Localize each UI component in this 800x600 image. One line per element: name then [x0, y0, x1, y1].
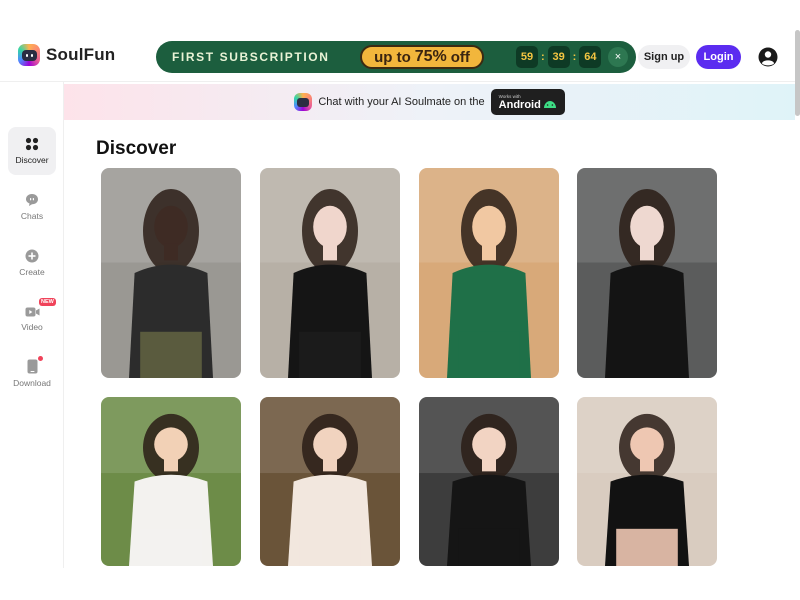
video-icon — [25, 307, 39, 317]
character-card-7[interactable] — [419, 397, 559, 566]
account-icon[interactable] — [758, 47, 778, 67]
app-download-banner[interactable]: Chat with your AI Soulmate on the Works … — [64, 84, 795, 120]
android-icon — [543, 101, 556, 108]
top-header: SoulFun FIRST SUBSCRIPTION up to 75% off… — [0, 0, 800, 82]
discount-suffix: off — [450, 48, 470, 66]
notification-dot — [38, 356, 43, 361]
portrait-illustration — [577, 168, 717, 378]
character-photo — [260, 397, 400, 566]
sidebar-item-chats[interactable]: Chats — [8, 183, 56, 231]
chat-icon — [26, 194, 38, 206]
sidebar-item-download[interactable]: Download — [8, 349, 56, 397]
portrait-illustration — [419, 397, 559, 566]
signup-button[interactable]: Sign up — [638, 45, 690, 69]
promo-title: FIRST SUBSCRIPTION — [172, 50, 330, 64]
character-photo — [101, 397, 241, 566]
sidebar-item-label: Video — [21, 322, 43, 332]
login-button[interactable]: Login — [696, 45, 741, 69]
character-photo — [577, 168, 717, 378]
character-card-8[interactable] — [577, 397, 717, 566]
portrait-illustration — [419, 168, 559, 378]
android-store-button[interactable]: Works with Android — [490, 89, 565, 115]
logo-icon — [18, 44, 40, 66]
portrait-illustration — [101, 168, 241, 378]
sidebar-item-label: Download — [13, 377, 51, 388]
portrait-illustration — [260, 168, 400, 378]
character-card-1[interactable] — [101, 168, 241, 378]
discount-prefix: up to — [374, 48, 411, 66]
sidebar-item-discover[interactable]: Discover — [8, 127, 56, 175]
character-photo — [419, 168, 559, 378]
sidebar-item-label: Chats — [20, 211, 44, 221]
discount-percent: 75% — [414, 48, 447, 65]
character-card-2[interactable] — [260, 168, 400, 378]
character-photo — [419, 397, 559, 566]
discount-pill: up to 75% off — [360, 45, 484, 69]
banner-text: Chat with your AI Soulmate on the — [318, 96, 485, 108]
promo-banner[interactable]: FIRST SUBSCRIPTION up to 75% off 59 : 39… — [156, 41, 636, 73]
brand-name: SoulFun — [46, 45, 116, 64]
character-card-5[interactable] — [101, 397, 241, 566]
sidebar-item-label: Create — [19, 267, 45, 277]
plus-circle-icon — [25, 249, 39, 263]
sidebar-item-video[interactable]: NEW Video — [8, 295, 56, 343]
page-title: Discover — [96, 138, 177, 159]
character-photo — [101, 168, 241, 378]
character-card-3[interactable] — [419, 168, 559, 378]
sidebar-item-create[interactable]: Create — [8, 239, 56, 287]
brand-logo[interactable]: SoulFun — [18, 44, 115, 66]
close-icon[interactable]: × — [608, 47, 628, 67]
character-card-4[interactable] — [577, 168, 717, 378]
new-badge: NEW — [39, 298, 56, 306]
grid-icon — [25, 137, 39, 151]
phone-icon — [27, 359, 37, 373]
timer-minutes: 39 — [547, 46, 570, 68]
portrait-illustration — [101, 397, 241, 566]
sidebar-item-label: Discover — [15, 155, 49, 165]
portrait-illustration — [260, 397, 400, 566]
sidebar: Discover Chats Create NEW Video Download — [0, 82, 64, 568]
countdown-timer: 59 : 39 : 64 — [516, 46, 602, 68]
character-photo — [260, 168, 400, 378]
portrait-illustration — [577, 397, 717, 566]
timer-hours: 59 — [516, 46, 538, 68]
timer-seconds: 64 — [579, 46, 602, 68]
app-icon — [294, 93, 313, 111]
character-card-6[interactable] — [260, 397, 400, 566]
page-scrollbar[interactable] — [795, 30, 800, 116]
character-photo — [577, 397, 717, 566]
